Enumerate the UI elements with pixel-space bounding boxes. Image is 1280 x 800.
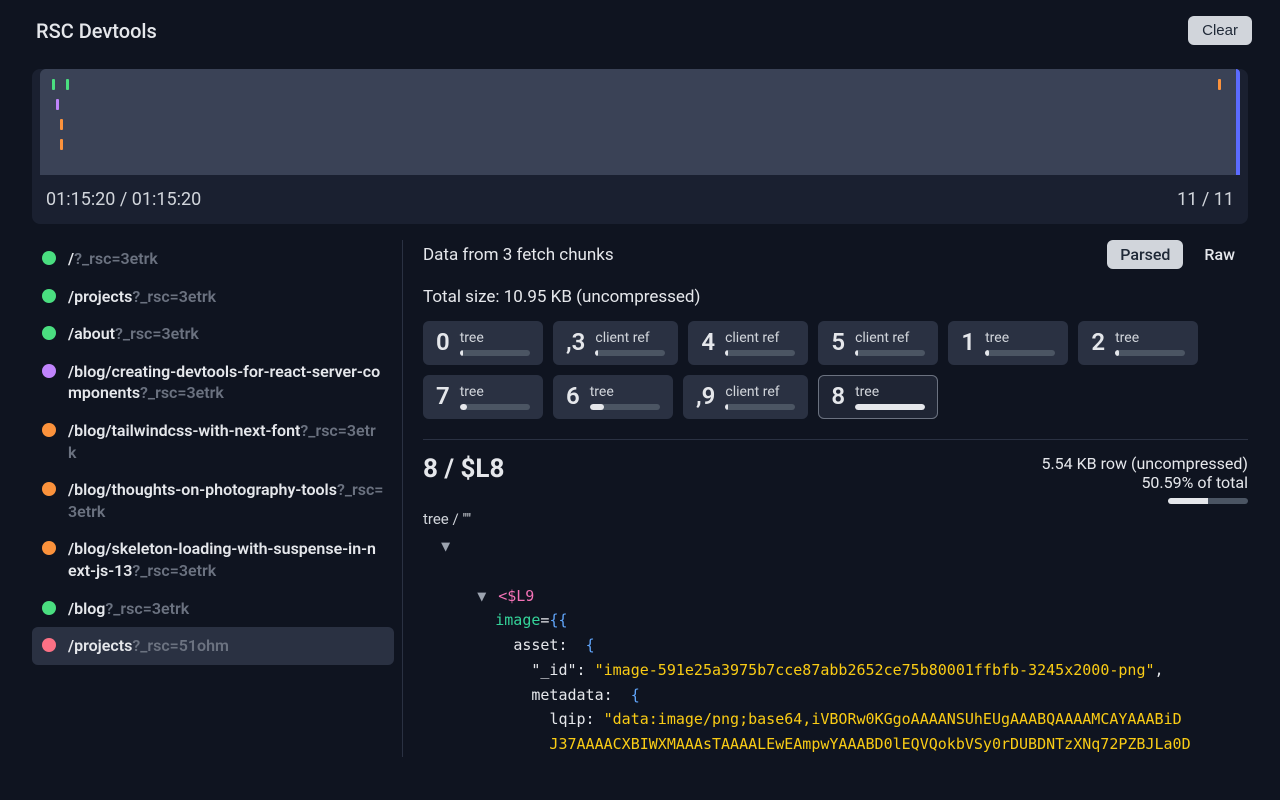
request-path: /blog/skeleton-loading-with-suspense-in-… xyxy=(68,538,384,581)
chip-number: 7 xyxy=(436,384,450,408)
request-path: /blog/tailwindcss-with-next-font?_rsc=3e… xyxy=(68,420,384,463)
chip-label: client ref xyxy=(725,330,795,346)
request-path: /blog/thoughts-on-photography-tools?_rsc… xyxy=(68,479,384,522)
chip-number: 0 xyxy=(436,330,450,354)
request-item[interactable]: /blog/thoughts-on-photography-tools?_rsc… xyxy=(32,471,394,530)
chunks-summary: Data from 3 fetch chunks xyxy=(423,245,614,265)
request-path: /blog/creating-devtools-for-react-server… xyxy=(68,361,384,404)
chunk-chip[interactable]: ,3 client ref xyxy=(553,321,678,365)
chip-bar xyxy=(595,350,665,356)
status-dot xyxy=(42,251,56,265)
request-list: /?_rsc=3etrk/projects?_rsc=3etrk/about?_… xyxy=(32,240,394,757)
request-item[interactable]: /blog/skeleton-loading-with-suspense-in-… xyxy=(32,530,394,589)
request-path: /projects?_rsc=3etrk xyxy=(68,286,216,308)
timeline-time: 01:15:20 / 01:15:20 xyxy=(46,189,201,210)
chip-bar xyxy=(1115,350,1185,356)
chunk-chip[interactable]: 5 client ref xyxy=(818,321,938,365)
chip-label: client ref xyxy=(595,330,665,346)
request-path: /blog?_rsc=3etrk xyxy=(68,598,189,620)
timeline-cursor[interactable] xyxy=(1236,69,1240,175)
request-item[interactable]: /projects?_rsc=51ohm xyxy=(32,627,394,665)
chip-number: 1 xyxy=(961,330,975,354)
timeline-count: 11 / 11 xyxy=(1177,189,1234,210)
request-item[interactable]: /about?_rsc=3etrk xyxy=(32,315,394,353)
chip-label: tree xyxy=(985,330,1055,346)
status-dot xyxy=(42,326,56,340)
chip-label: tree xyxy=(590,384,660,400)
chip-number: ,3 xyxy=(566,330,585,354)
chip-label: tree xyxy=(855,384,925,400)
timeline-tick[interactable] xyxy=(60,119,63,130)
total-size: Total size: 10.95 KB (uncompressed) xyxy=(423,287,1248,307)
request-item[interactable]: /blog?_rsc=3etrk xyxy=(32,590,394,628)
chip-bar xyxy=(590,404,660,410)
detail-title: 8 / $L8 xyxy=(423,454,504,484)
timeline-tick[interactable] xyxy=(56,99,59,110)
chip-bar xyxy=(460,404,530,410)
request-path: /projects?_rsc=51ohm xyxy=(68,635,229,657)
chip-number: 4 xyxy=(701,330,715,354)
status-dot xyxy=(42,482,56,496)
chip-bar xyxy=(985,350,1055,356)
tab-raw[interactable]: Raw xyxy=(1191,240,1248,269)
page-title: RSC Devtools xyxy=(36,19,157,43)
code-tree[interactable]: ▼ ▼ <$L9 image={{ asset: { "_id": "image… xyxy=(423,534,1248,757)
chunk-chip[interactable]: 4 client ref xyxy=(688,321,808,365)
clear-button[interactable]: Clear xyxy=(1188,16,1252,45)
status-dot xyxy=(42,541,56,555)
status-dot xyxy=(42,364,56,378)
tree-path: tree / "" xyxy=(423,510,1248,528)
chip-label: client ref xyxy=(725,384,795,400)
view-tabs: Parsed Raw xyxy=(1107,240,1248,269)
status-dot xyxy=(42,638,56,652)
timeline-tick[interactable] xyxy=(52,79,55,90)
chunk-chip[interactable]: 8 tree xyxy=(818,375,938,419)
request-item[interactable]: /blog/tailwindcss-with-next-font?_rsc=3e… xyxy=(32,412,394,471)
status-dot xyxy=(42,289,56,303)
chip-number: 5 xyxy=(831,330,845,354)
chip-number: 2 xyxy=(1091,330,1105,354)
status-dot xyxy=(42,601,56,615)
chip-bar xyxy=(725,404,795,410)
chip-label: client ref xyxy=(855,330,925,346)
chip-bar xyxy=(725,350,795,356)
detail-bar xyxy=(1168,498,1248,504)
timeline-tick[interactable] xyxy=(1218,79,1221,90)
timeline-tick[interactable] xyxy=(66,79,69,90)
detail-percent: 50.59% of total xyxy=(1041,473,1248,492)
status-dot xyxy=(42,423,56,437)
chunk-chip[interactable]: 7 tree xyxy=(423,375,543,419)
tab-parsed[interactable]: Parsed xyxy=(1107,240,1183,269)
request-item[interactable]: /blog/creating-devtools-for-react-server… xyxy=(32,353,394,412)
chip-label: tree xyxy=(460,384,530,400)
chunk-chip[interactable]: 0 tree xyxy=(423,321,543,365)
chip-bar xyxy=(855,350,925,356)
chunk-chip[interactable]: 6 tree xyxy=(553,375,673,419)
chip-number: 8 xyxy=(831,384,845,408)
chip-bar xyxy=(855,404,925,410)
chip-label: tree xyxy=(1115,330,1185,346)
request-path: /about?_rsc=3etrk xyxy=(68,323,199,345)
chunk-chip[interactable]: 1 tree xyxy=(948,321,1068,365)
timeline[interactable]: 01:15:20 / 01:15:20 11 / 11 xyxy=(32,69,1248,224)
request-item[interactable]: /projects?_rsc=3etrk xyxy=(32,278,394,316)
chip-number: 6 xyxy=(566,384,580,408)
chunk-chips: 0 tree ,3 client ref 4 client ref 5 client ref 1… xyxy=(423,321,1248,419)
chunk-chip[interactable]: ,9 client ref xyxy=(683,375,808,419)
request-item[interactable]: /?_rsc=3etrk xyxy=(32,240,394,278)
chunk-chip[interactable]: 2 tree xyxy=(1078,321,1198,365)
timeline-tick[interactable] xyxy=(60,139,63,150)
request-path: /?_rsc=3etrk xyxy=(68,248,158,270)
chip-bar xyxy=(460,350,530,356)
detail-row-size: 5.54 KB row (uncompressed) xyxy=(1041,454,1248,473)
timeline-track[interactable] xyxy=(40,69,1240,175)
chip-label: tree xyxy=(460,330,530,346)
chip-number: ,9 xyxy=(696,384,715,408)
